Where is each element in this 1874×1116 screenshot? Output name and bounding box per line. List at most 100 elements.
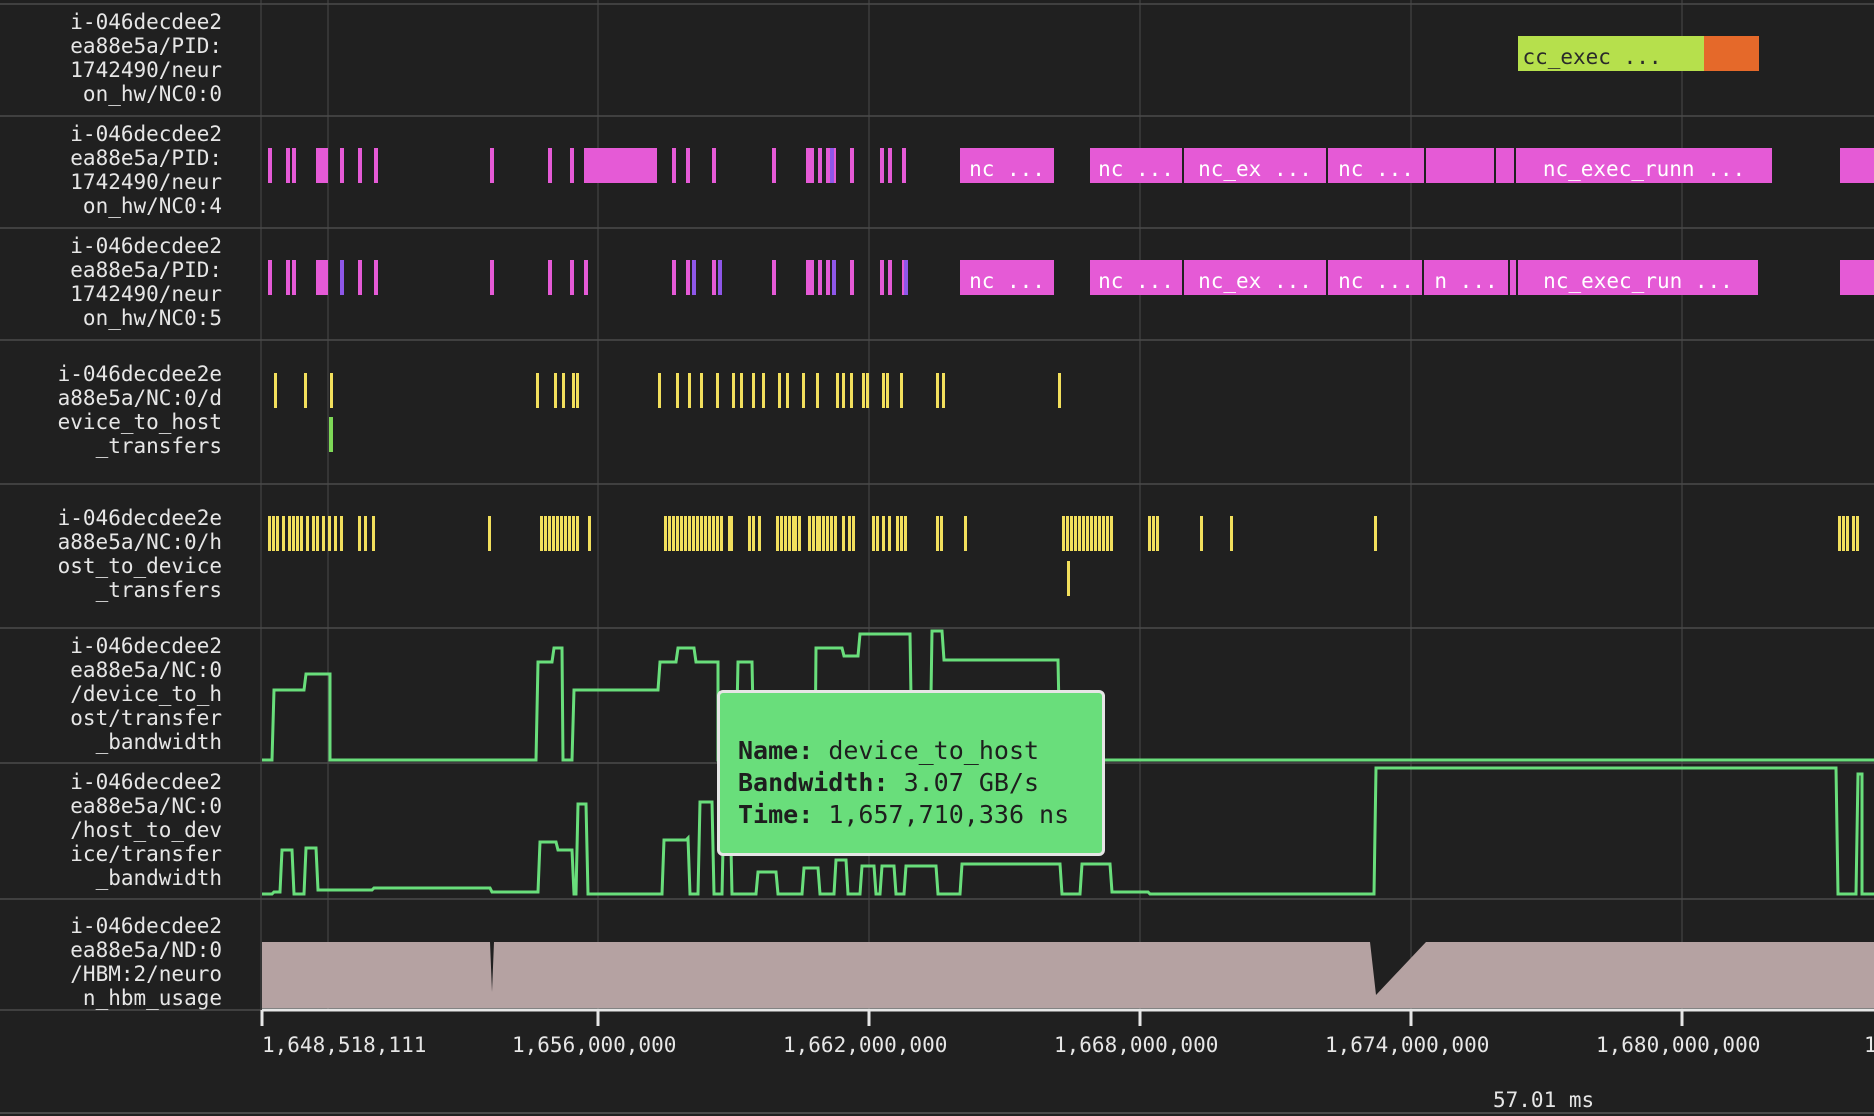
event-tick[interactable] [324,260,328,295]
event-tick[interactable] [292,148,296,183]
event-tick[interactable] [686,260,690,295]
event-tick[interactable] [880,260,884,295]
event-tick[interactable] [1090,516,1093,551]
event-block[interactable] [1704,36,1759,71]
event-tick[interactable] [1852,516,1855,551]
event-tick[interactable] [812,516,815,551]
event-tick[interactable] [718,260,722,295]
event-tick[interactable] [564,516,567,551]
event-tick[interactable] [322,516,325,551]
event-tick[interactable] [752,373,755,408]
event-tick[interactable] [1156,516,1159,551]
event-block[interactable] [1840,260,1874,295]
event-tick[interactable] [712,260,716,295]
event-tick[interactable] [784,516,787,551]
event-tick[interactable] [850,148,854,183]
event-tick[interactable] [704,516,707,551]
event-tick[interactable] [788,516,791,551]
event-tick[interactable] [1106,516,1109,551]
event-tick[interactable] [664,516,667,551]
event-tick[interactable] [1062,516,1065,551]
event-tick[interactable] [536,373,539,408]
event-tick[interactable] [358,148,362,183]
event-tick[interactable] [374,260,378,295]
event-tick[interactable] [1098,516,1101,551]
event-tick[interactable] [964,516,967,551]
event-tick[interactable] [826,260,830,295]
event-tick[interactable] [358,260,362,295]
hbm-usage-area[interactable] [262,942,1874,1008]
event-tick[interactable] [772,148,776,183]
event-block[interactable] [1840,148,1874,183]
event-block[interactable] [1496,148,1514,183]
track-host-to-device-transfers[interactable] [268,516,1859,551]
event-tick[interactable] [552,516,555,551]
event-tick[interactable] [316,148,320,183]
event-tick[interactable] [716,516,719,551]
transfer-event[interactable] [1067,561,1070,596]
event-tick[interactable] [292,260,296,295]
event-tick[interactable] [488,516,491,551]
event-tick[interactable] [758,516,761,551]
event-tick[interactable] [822,516,825,551]
event-tick[interactable] [548,260,552,295]
event-tick[interactable] [850,260,854,295]
event-tick[interactable] [1066,516,1069,551]
event-tick[interactable] [904,260,908,295]
event-tick[interactable] [888,260,892,295]
event-tick[interactable] [730,516,733,551]
event-tick[interactable] [1058,373,1061,408]
event-tick[interactable] [658,373,661,408]
event-tick[interactable] [936,373,939,408]
event-tick[interactable] [316,516,319,551]
event-tick[interactable] [700,516,703,551]
event-tick[interactable] [300,516,303,551]
event-tick[interactable] [304,373,307,408]
event-tick[interactable] [794,516,797,551]
event-tick[interactable] [748,516,751,551]
event-tick[interactable] [568,516,571,551]
event-tick[interactable] [888,516,891,551]
event-tick[interactable] [862,373,865,408]
event-tick[interactable] [572,373,575,408]
event-tick[interactable] [720,516,723,551]
event-tick[interactable] [1148,516,1151,551]
event-tick[interactable] [272,516,275,551]
event-block[interactable] [1426,148,1494,183]
event-tick[interactable] [306,516,309,551]
event-tick[interactable] [684,516,687,551]
event-tick[interactable] [818,148,822,183]
event-tick[interactable] [1842,516,1845,551]
event-tick[interactable] [312,516,315,551]
event-tick[interactable] [692,516,695,551]
event-tick[interactable] [686,148,690,183]
event-tick[interactable] [320,148,324,183]
event-tick[interactable] [688,516,691,551]
event-tick[interactable] [1086,516,1089,551]
event-tick[interactable] [1082,516,1085,551]
event-tick[interactable] [1230,516,1233,551]
event-tick[interactable] [560,516,563,551]
event-tick[interactable] [1070,516,1073,551]
event-tick[interactable] [268,148,272,183]
event-tick[interactable] [834,516,837,551]
event-tick[interactable] [762,373,765,408]
event-tick[interactable] [672,516,675,551]
event-tick[interactable] [806,148,810,183]
event-tick[interactable] [1110,516,1113,551]
event-tick[interactable] [570,260,574,295]
event-tick[interactable] [672,260,676,295]
event-tick[interactable] [802,373,805,408]
timeline-view[interactable]: cc_exec ... nc ... nc ... nc_ex ... nc .… [0,0,1874,1116]
event-tick[interactable] [334,516,337,551]
event-tick[interactable] [692,260,696,295]
event-tick[interactable] [340,260,344,295]
event-tick[interactable] [668,516,671,551]
event-tick[interactable] [548,148,552,183]
event-tick[interactable] [340,516,343,551]
event-tick[interactable] [900,373,903,408]
event-tick[interactable] [540,516,543,551]
event-tick[interactable] [776,516,779,551]
event-tick[interactable] [842,516,845,551]
event-tick[interactable] [830,148,834,183]
